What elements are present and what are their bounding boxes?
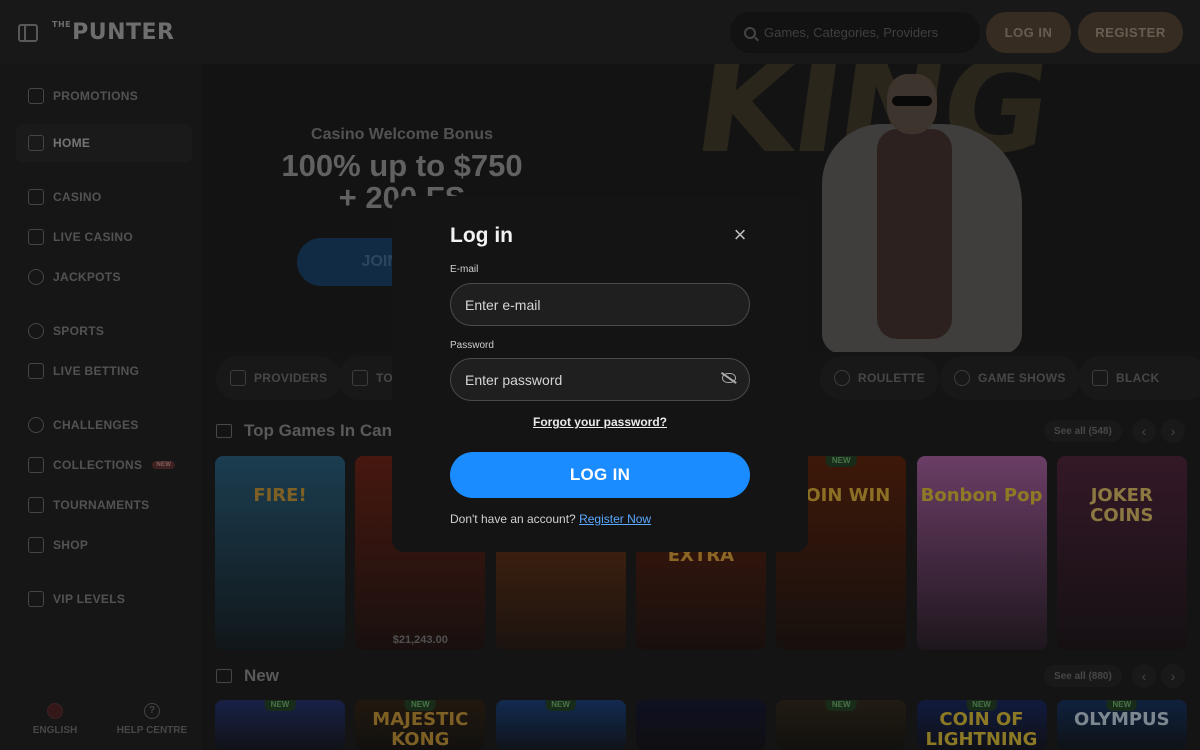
- forgot-password-link[interactable]: Forgot your password?: [392, 415, 808, 429]
- email-label: E-mail: [450, 264, 479, 275]
- casino-page: THEPUNTER Games, Categories, Providers L…: [0, 0, 1200, 750]
- modal-title: Log in: [450, 224, 513, 247]
- register-now-link[interactable]: Register Now: [579, 512, 651, 526]
- login-submit-button[interactable]: LOG IN: [450, 452, 750, 498]
- login-modal: Log in × E-mail Password Forgot your pas…: [392, 196, 808, 552]
- hide-password-icon[interactable]: [722, 373, 736, 383]
- email-field[interactable]: [450, 283, 750, 326]
- password-field[interactable]: [450, 358, 750, 401]
- close-icon[interactable]: ×: [730, 224, 750, 246]
- no-account-text: Don't have an account?: [450, 512, 576, 526]
- register-prompt: Don't have an account? Register Now: [450, 512, 651, 526]
- password-label: Password: [450, 340, 494, 351]
